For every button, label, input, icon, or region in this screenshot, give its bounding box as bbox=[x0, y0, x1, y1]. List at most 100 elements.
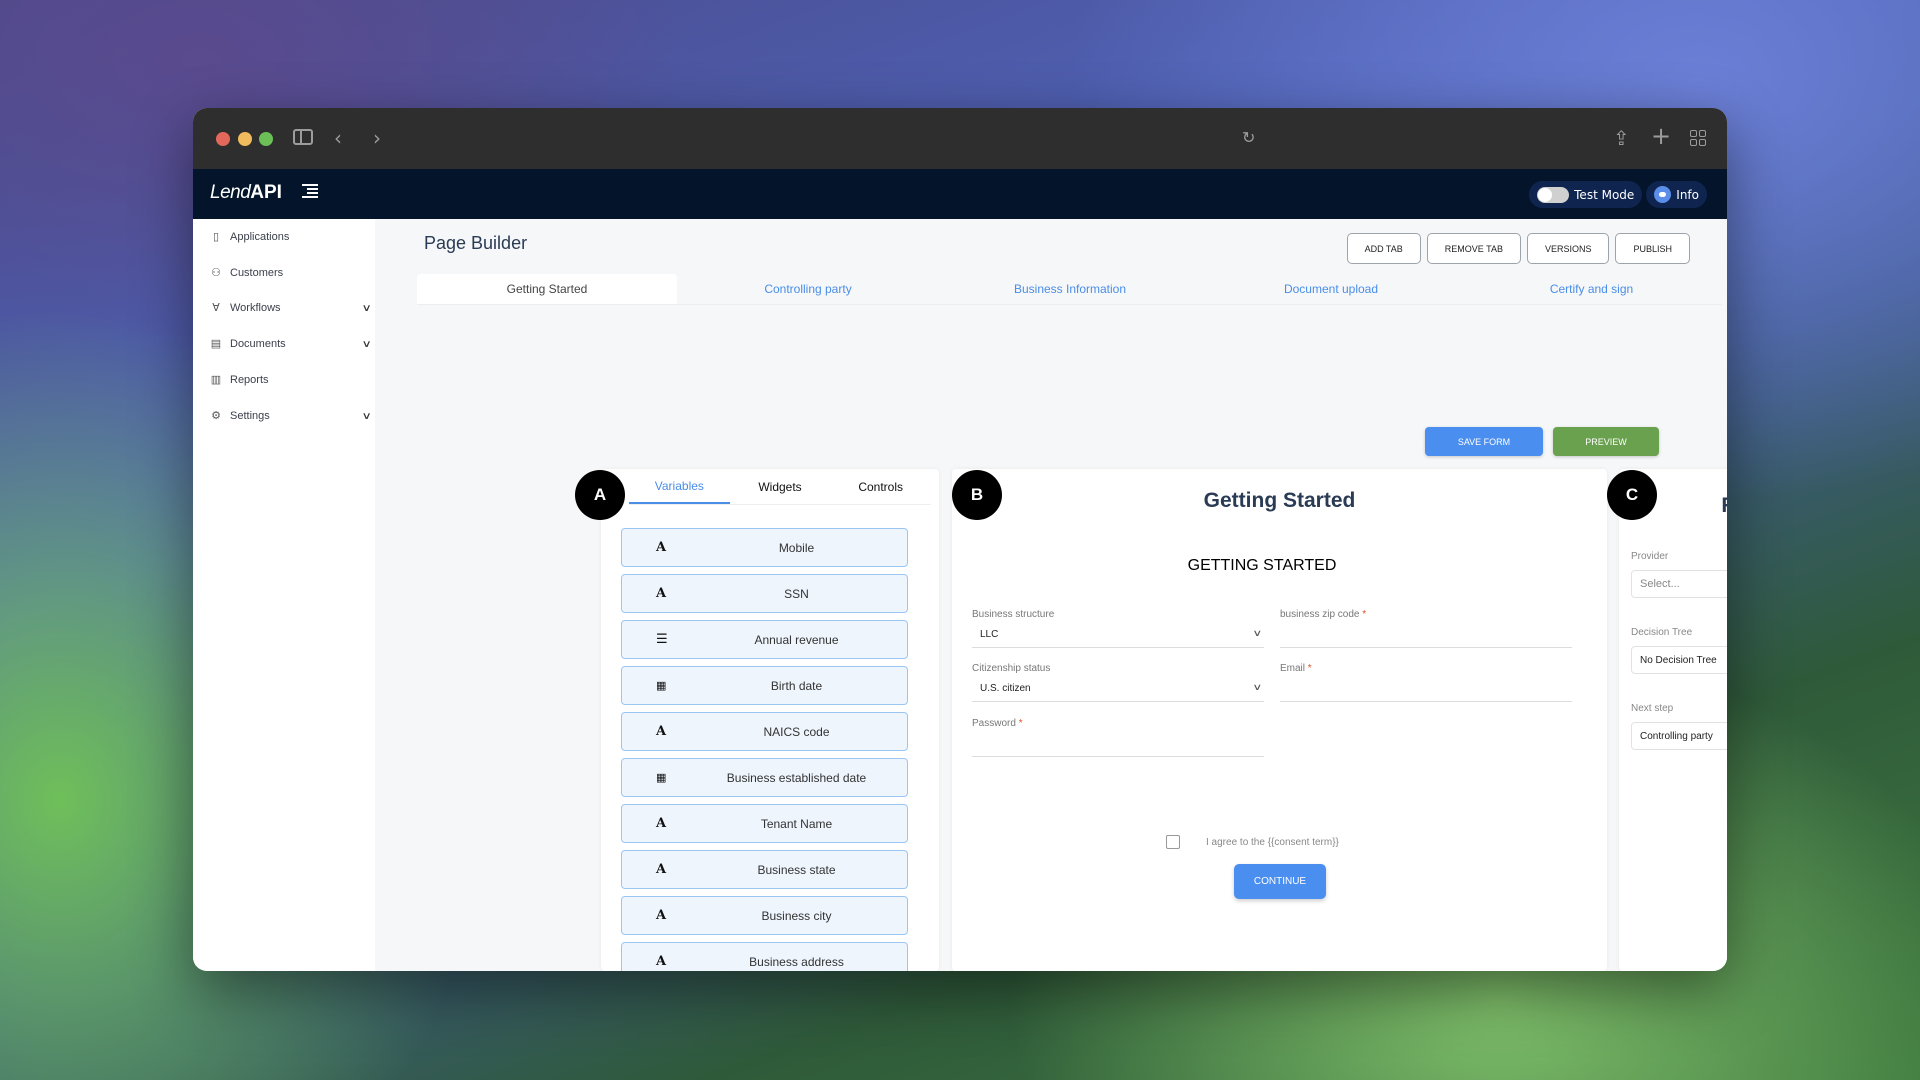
reload-icon[interactable]: ↻ bbox=[1242, 126, 1255, 150]
consent-label: I agree to the {{consent term}} bbox=[1206, 836, 1339, 848]
gear-icon: ⚙ bbox=[211, 410, 221, 422]
text-icon: A bbox=[656, 816, 667, 831]
variable-item[interactable]: ▦ Birth date bbox=[621, 666, 908, 705]
business-structure-select[interactable]: Business structure LLC ∨ bbox=[972, 609, 1264, 648]
variable-item[interactable]: A NAICS code bbox=[621, 712, 908, 751]
list-icon: ☰ bbox=[656, 632, 668, 647]
sidebar-item-applications[interactable]: ▯ Applications bbox=[210, 227, 370, 247]
chevron-down-icon[interactable]: ∨ bbox=[361, 339, 371, 350]
app-header: LendAPI Test Mode Info bbox=[193, 169, 1727, 219]
sidebar-toggle-icon[interactable] bbox=[293, 129, 313, 145]
logo[interactable]: LendAPI bbox=[210, 181, 282, 204]
publish-button[interactable]: PUBLISH bbox=[1615, 233, 1690, 264]
email-field[interactable]: Email * bbox=[1280, 663, 1572, 702]
toggle-switch[interactable] bbox=[1537, 186, 1570, 203]
chevron-right-icon[interactable]: › bbox=[373, 126, 381, 150]
consent-row: I agree to the {{consent term}} bbox=[1166, 835, 1339, 849]
text-icon: A bbox=[656, 954, 667, 969]
provider-select[interactable]: Select...∨ bbox=[1631, 570, 1727, 598]
badge-b: B bbox=[952, 470, 1002, 520]
menu-collapse-icon[interactable] bbox=[302, 183, 318, 199]
library-panel: A Variables Widgets Controls A Mobile A SS… bbox=[575, 469, 939, 971]
test-mode-label: Test Mode bbox=[1574, 187, 1635, 202]
info-label: Info bbox=[1676, 187, 1699, 202]
text-icon: A bbox=[656, 908, 667, 923]
variable-list: A Mobile A SSN ☰ Annual revenue ▦ Birth date… bbox=[621, 528, 908, 971]
variable-item[interactable]: A SSN bbox=[621, 574, 908, 613]
tab-variables[interactable]: Variables bbox=[629, 469, 730, 504]
rules-panel: C Rules Provider Select...∨ Decision Tre… bbox=[1607, 469, 1727, 971]
required-mark: * bbox=[1018, 718, 1023, 729]
main-content: Page Builder ADD TAB REMOVE TAB VERSIONS… bbox=[375, 219, 1727, 971]
tab-getting-started[interactable]: Getting Started bbox=[417, 274, 677, 304]
page-actions: ADD TAB REMOVE TAB VERSIONS PUBLISH bbox=[1346, 233, 1690, 264]
form-canvas-panel: B Getting Started GETTING STARTED Busine… bbox=[952, 469, 1607, 971]
variable-item[interactable]: A Business city bbox=[621, 896, 908, 935]
sidebar-item-reports[interactable]: ▥ Reports bbox=[210, 370, 370, 390]
chevron-down-icon[interactable]: ∨ bbox=[361, 411, 371, 422]
decision-tree-field: Decision Tree No Decision Tree∨ bbox=[1631, 627, 1727, 674]
chevron-left-icon[interactable]: ‹ bbox=[334, 126, 342, 150]
variable-item[interactable]: A Tenant Name bbox=[621, 804, 908, 843]
tab-controlling-party[interactable]: Controlling party bbox=[677, 274, 939, 304]
maximize-window-button[interactable] bbox=[259, 132, 273, 146]
email-input[interactable] bbox=[1280, 678, 1572, 702]
info-button[interactable]: Info bbox=[1646, 181, 1707, 208]
browser-window: ‹ › ↻ ⇪ + LendAPI Test Mode Info ▯ Appli… bbox=[193, 108, 1727, 971]
badge-c: C bbox=[1607, 470, 1657, 520]
chart-icon: ▥ bbox=[210, 374, 222, 386]
password-input[interactable] bbox=[972, 733, 1264, 757]
chevron-down-icon: ∨ bbox=[1252, 682, 1263, 692]
consent-checkbox[interactable] bbox=[1166, 835, 1180, 849]
sidebar: ▯ Applications ⚇ Customers Ɐ Workflows ∨… bbox=[193, 219, 375, 971]
save-form-button[interactable]: SAVE FORM bbox=[1425, 427, 1543, 456]
tab-certify-and-sign[interactable]: Certify and sign bbox=[1461, 274, 1722, 304]
test-mode-toggle[interactable]: Test Mode bbox=[1529, 181, 1643, 208]
sidebar-item-customers[interactable]: ⚇ Customers bbox=[210, 263, 370, 283]
preview-button[interactable]: PREVIEW bbox=[1553, 427, 1659, 456]
variable-item[interactable]: A Mobile bbox=[621, 528, 908, 567]
text-icon: A bbox=[656, 586, 667, 601]
variable-item[interactable]: A Business address bbox=[621, 942, 908, 971]
password-field[interactable]: Password * bbox=[972, 718, 1264, 757]
required-mark: * bbox=[1307, 663, 1312, 674]
tab-business-information[interactable]: Business Information bbox=[939, 274, 1201, 304]
sidebar-item-settings[interactable]: ⚙ Settings ∨ bbox=[210, 406, 371, 426]
citizenship-status-select[interactable]: Citizenship status U.S. citizen ∨ bbox=[972, 663, 1264, 702]
tab-controls[interactable]: Controls bbox=[830, 469, 931, 504]
remove-tab-button[interactable]: REMOVE TAB bbox=[1426, 233, 1521, 264]
sidebar-item-workflows[interactable]: Ɐ Workflows ∨ bbox=[210, 298, 371, 318]
minimize-window-button[interactable] bbox=[238, 132, 252, 146]
badge-a: A bbox=[575, 470, 625, 520]
sidebar-item-documents[interactable]: ▤ Documents ∨ bbox=[210, 334, 372, 354]
chevron-down-icon[interactable]: ∨ bbox=[361, 303, 371, 314]
variable-item[interactable]: ☰ Annual revenue bbox=[621, 620, 908, 659]
workflow-icon: Ɐ bbox=[212, 302, 220, 314]
plus-icon[interactable]: + bbox=[1651, 124, 1671, 148]
variable-item[interactable]: ▦ Business established date bbox=[621, 758, 908, 797]
page-tabs: Getting Started Controlling party Busine… bbox=[417, 274, 1722, 305]
form-title: Getting Started bbox=[1203, 489, 1356, 512]
zip-code-input[interactable] bbox=[1280, 624, 1572, 648]
tab-widgets[interactable]: Widgets bbox=[730, 469, 831, 504]
browser-titlebar: ‹ › ↻ ⇪ + bbox=[193, 108, 1727, 169]
grid-icon[interactable] bbox=[1690, 130, 1706, 146]
library-tabs: Variables Widgets Controls bbox=[629, 469, 931, 505]
share-icon[interactable]: ⇪ bbox=[1613, 126, 1630, 150]
required-mark: * bbox=[1362, 609, 1367, 620]
close-window-button[interactable] bbox=[216, 132, 230, 146]
variable-item[interactable]: A Business state bbox=[621, 850, 908, 889]
decision-tree-select[interactable]: No Decision Tree∨ bbox=[1631, 646, 1727, 674]
zip-code-field[interactable]: business zip code * bbox=[1280, 609, 1572, 648]
add-tab-button[interactable]: ADD TAB bbox=[1346, 233, 1421, 264]
file-icon: ▯ bbox=[212, 231, 220, 243]
tab-document-upload[interactable]: Document upload bbox=[1201, 274, 1461, 304]
next-step-select[interactable]: Controlling party∨ bbox=[1631, 722, 1727, 750]
users-icon: ⚇ bbox=[211, 267, 221, 279]
versions-button[interactable]: VERSIONS bbox=[1526, 233, 1610, 264]
text-icon: A bbox=[656, 540, 667, 555]
chevron-down-icon: ∨ bbox=[1252, 628, 1263, 638]
calendar-icon: ▦ bbox=[656, 771, 667, 784]
text-icon: A bbox=[656, 862, 667, 877]
continue-button[interactable]: CONTINUE bbox=[1234, 864, 1326, 899]
